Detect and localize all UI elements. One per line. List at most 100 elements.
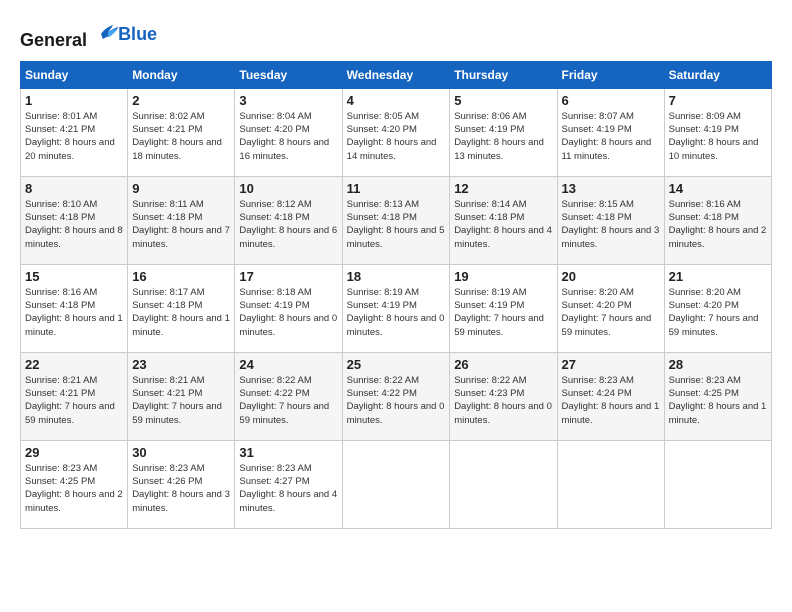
logo-text: General bbox=[20, 18, 122, 51]
calendar-table: Sunday Monday Tuesday Wednesday Thursday… bbox=[20, 61, 772, 529]
day-number: 10 bbox=[239, 181, 337, 196]
calendar-day-cell: 14 Sunrise: 8:16 AM Sunset: 4:18 PM Dayl… bbox=[664, 176, 771, 264]
calendar-day-cell: 7 Sunrise: 8:09 AM Sunset: 4:19 PM Dayli… bbox=[664, 88, 771, 176]
col-saturday: Saturday bbox=[664, 61, 771, 88]
day-info: Sunrise: 8:23 AM Sunset: 4:25 PM Dayligh… bbox=[25, 462, 123, 515]
calendar-week-row: 22 Sunrise: 8:21 AM Sunset: 4:21 PM Dayl… bbox=[21, 352, 772, 440]
calendar-day-cell: 9 Sunrise: 8:11 AM Sunset: 4:18 PM Dayli… bbox=[128, 176, 235, 264]
calendar-day-cell: 31 Sunrise: 8:23 AM Sunset: 4:27 PM Dayl… bbox=[235, 440, 342, 528]
calendar-day-cell: 25 Sunrise: 8:22 AM Sunset: 4:22 PM Dayl… bbox=[342, 352, 450, 440]
col-thursday: Thursday bbox=[450, 61, 557, 88]
day-number: 4 bbox=[347, 93, 446, 108]
day-number: 7 bbox=[669, 93, 767, 108]
calendar-day-cell: 18 Sunrise: 8:19 AM Sunset: 4:19 PM Dayl… bbox=[342, 264, 450, 352]
header: General Blue bbox=[20, 18, 772, 51]
calendar-day-cell: 13 Sunrise: 8:15 AM Sunset: 4:18 PM Dayl… bbox=[557, 176, 664, 264]
calendar-day-cell bbox=[342, 440, 450, 528]
day-number: 5 bbox=[454, 93, 552, 108]
day-info: Sunrise: 8:16 AM Sunset: 4:18 PM Dayligh… bbox=[25, 286, 123, 339]
day-info: Sunrise: 8:19 AM Sunset: 4:19 PM Dayligh… bbox=[454, 286, 552, 339]
day-info: Sunrise: 8:12 AM Sunset: 4:18 PM Dayligh… bbox=[239, 198, 337, 251]
calendar-day-cell: 22 Sunrise: 8:21 AM Sunset: 4:21 PM Dayl… bbox=[21, 352, 128, 440]
day-info: Sunrise: 8:09 AM Sunset: 4:19 PM Dayligh… bbox=[669, 110, 767, 163]
day-info: Sunrise: 8:17 AM Sunset: 4:18 PM Dayligh… bbox=[132, 286, 230, 339]
day-number: 14 bbox=[669, 181, 767, 196]
day-number: 19 bbox=[454, 269, 552, 284]
calendar-day-cell: 1 Sunrise: 8:01 AM Sunset: 4:21 PM Dayli… bbox=[21, 88, 128, 176]
day-number: 29 bbox=[25, 445, 123, 460]
day-number: 9 bbox=[132, 181, 230, 196]
calendar-day-cell: 21 Sunrise: 8:20 AM Sunset: 4:20 PM Dayl… bbox=[664, 264, 771, 352]
day-number: 13 bbox=[562, 181, 660, 196]
day-info: Sunrise: 8:13 AM Sunset: 4:18 PM Dayligh… bbox=[347, 198, 446, 251]
day-info: Sunrise: 8:10 AM Sunset: 4:18 PM Dayligh… bbox=[25, 198, 123, 251]
day-info: Sunrise: 8:01 AM Sunset: 4:21 PM Dayligh… bbox=[25, 110, 123, 163]
day-number: 27 bbox=[562, 357, 660, 372]
calendar-day-cell: 19 Sunrise: 8:19 AM Sunset: 4:19 PM Dayl… bbox=[450, 264, 557, 352]
calendar-day-cell bbox=[664, 440, 771, 528]
day-number: 15 bbox=[25, 269, 123, 284]
day-number: 1 bbox=[25, 93, 123, 108]
day-number: 22 bbox=[25, 357, 123, 372]
day-number: 17 bbox=[239, 269, 337, 284]
calendar-day-cell: 3 Sunrise: 8:04 AM Sunset: 4:20 PM Dayli… bbox=[235, 88, 342, 176]
col-tuesday: Tuesday bbox=[235, 61, 342, 88]
day-number: 18 bbox=[347, 269, 446, 284]
day-number: 16 bbox=[132, 269, 230, 284]
calendar-day-cell: 23 Sunrise: 8:21 AM Sunset: 4:21 PM Dayl… bbox=[128, 352, 235, 440]
day-number: 12 bbox=[454, 181, 552, 196]
calendar-week-row: 29 Sunrise: 8:23 AM Sunset: 4:25 PM Dayl… bbox=[21, 440, 772, 528]
day-info: Sunrise: 8:19 AM Sunset: 4:19 PM Dayligh… bbox=[347, 286, 446, 339]
day-number: 8 bbox=[25, 181, 123, 196]
day-number: 20 bbox=[562, 269, 660, 284]
day-number: 24 bbox=[239, 357, 337, 372]
day-number: 26 bbox=[454, 357, 552, 372]
calendar-day-cell: 27 Sunrise: 8:23 AM Sunset: 4:24 PM Dayl… bbox=[557, 352, 664, 440]
calendar-day-cell: 17 Sunrise: 8:18 AM Sunset: 4:19 PM Dayl… bbox=[235, 264, 342, 352]
calendar-day-cell: 2 Sunrise: 8:02 AM Sunset: 4:21 PM Dayli… bbox=[128, 88, 235, 176]
day-number: 21 bbox=[669, 269, 767, 284]
day-number: 28 bbox=[669, 357, 767, 372]
calendar-day-cell: 15 Sunrise: 8:16 AM Sunset: 4:18 PM Dayl… bbox=[21, 264, 128, 352]
day-info: Sunrise: 8:14 AM Sunset: 4:18 PM Dayligh… bbox=[454, 198, 552, 251]
day-info: Sunrise: 8:22 AM Sunset: 4:23 PM Dayligh… bbox=[454, 374, 552, 427]
day-info: Sunrise: 8:20 AM Sunset: 4:20 PM Dayligh… bbox=[669, 286, 767, 339]
calendar-day-cell bbox=[557, 440, 664, 528]
calendar-week-row: 15 Sunrise: 8:16 AM Sunset: 4:18 PM Dayl… bbox=[21, 264, 772, 352]
calendar-day-cell: 6 Sunrise: 8:07 AM Sunset: 4:19 PM Dayli… bbox=[557, 88, 664, 176]
day-info: Sunrise: 8:21 AM Sunset: 4:21 PM Dayligh… bbox=[132, 374, 230, 427]
day-number: 6 bbox=[562, 93, 660, 108]
calendar-day-cell: 24 Sunrise: 8:22 AM Sunset: 4:22 PM Dayl… bbox=[235, 352, 342, 440]
day-info: Sunrise: 8:18 AM Sunset: 4:19 PM Dayligh… bbox=[239, 286, 337, 339]
day-info: Sunrise: 8:07 AM Sunset: 4:19 PM Dayligh… bbox=[562, 110, 660, 163]
day-info: Sunrise: 8:22 AM Sunset: 4:22 PM Dayligh… bbox=[239, 374, 337, 427]
day-number: 30 bbox=[132, 445, 230, 460]
day-info: Sunrise: 8:04 AM Sunset: 4:20 PM Dayligh… bbox=[239, 110, 337, 163]
day-info: Sunrise: 8:20 AM Sunset: 4:20 PM Dayligh… bbox=[562, 286, 660, 339]
day-number: 23 bbox=[132, 357, 230, 372]
day-info: Sunrise: 8:02 AM Sunset: 4:21 PM Dayligh… bbox=[132, 110, 230, 163]
day-number: 25 bbox=[347, 357, 446, 372]
col-monday: Monday bbox=[128, 61, 235, 88]
calendar-day-cell: 5 Sunrise: 8:06 AM Sunset: 4:19 PM Dayli… bbox=[450, 88, 557, 176]
day-info: Sunrise: 8:06 AM Sunset: 4:19 PM Dayligh… bbox=[454, 110, 552, 163]
col-sunday: Sunday bbox=[21, 61, 128, 88]
calendar-day-cell: 4 Sunrise: 8:05 AM Sunset: 4:20 PM Dayli… bbox=[342, 88, 450, 176]
day-info: Sunrise: 8:23 AM Sunset: 4:24 PM Dayligh… bbox=[562, 374, 660, 427]
day-info: Sunrise: 8:23 AM Sunset: 4:27 PM Dayligh… bbox=[239, 462, 337, 515]
logo: General Blue bbox=[20, 18, 157, 51]
calendar-day-cell: 12 Sunrise: 8:14 AM Sunset: 4:18 PM Dayl… bbox=[450, 176, 557, 264]
col-wednesday: Wednesday bbox=[342, 61, 450, 88]
calendar-day-cell: 30 Sunrise: 8:23 AM Sunset: 4:26 PM Dayl… bbox=[128, 440, 235, 528]
day-number: 3 bbox=[239, 93, 337, 108]
calendar-day-cell: 26 Sunrise: 8:22 AM Sunset: 4:23 PM Dayl… bbox=[450, 352, 557, 440]
day-info: Sunrise: 8:23 AM Sunset: 4:26 PM Dayligh… bbox=[132, 462, 230, 515]
calendar-day-cell: 16 Sunrise: 8:17 AM Sunset: 4:18 PM Dayl… bbox=[128, 264, 235, 352]
day-number: 2 bbox=[132, 93, 230, 108]
calendar-header-row: Sunday Monday Tuesday Wednesday Thursday… bbox=[21, 61, 772, 88]
calendar-day-cell: 11 Sunrise: 8:13 AM Sunset: 4:18 PM Dayl… bbox=[342, 176, 450, 264]
day-info: Sunrise: 8:05 AM Sunset: 4:20 PM Dayligh… bbox=[347, 110, 446, 163]
day-number: 11 bbox=[347, 181, 446, 196]
day-number: 31 bbox=[239, 445, 337, 460]
day-info: Sunrise: 8:23 AM Sunset: 4:25 PM Dayligh… bbox=[669, 374, 767, 427]
